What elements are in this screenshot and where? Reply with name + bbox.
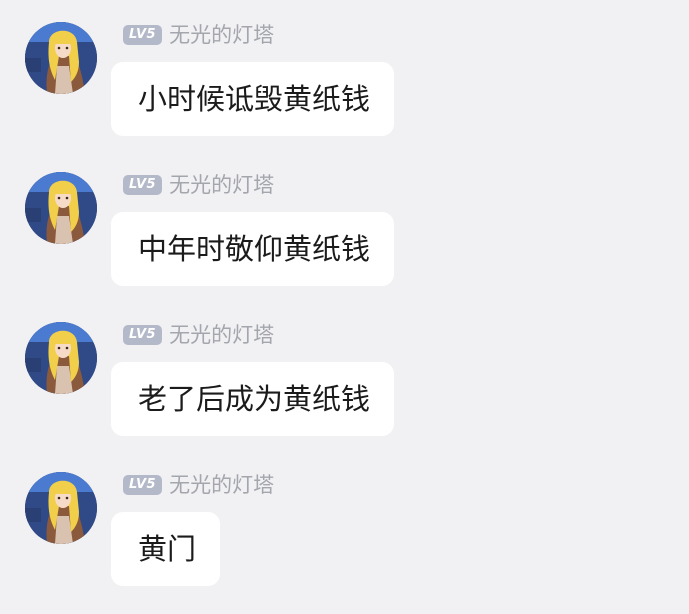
message-bubble[interactable]: 小时候诋毁黄纸钱 — [111, 62, 395, 136]
username[interactable]: 无光的灯塔 — [169, 22, 274, 48]
message-text: 老了后成为黄纸钱 — [138, 382, 371, 416]
user-avatar[interactable] — [25, 472, 97, 544]
anime-avatar-icon — [25, 22, 97, 94]
username[interactable]: 无光的灯塔 — [169, 322, 274, 348]
chat-message: LV5 无光的灯塔 黄门 — [0, 450, 689, 600]
level-badge: LV5 — [123, 25, 163, 45]
message-meta: LV5 无光的灯塔 — [123, 172, 274, 198]
level-badge: LV5 — [123, 475, 163, 495]
message-text: 黄门 — [138, 532, 197, 566]
user-avatar[interactable] — [25, 22, 97, 94]
message-bubble[interactable]: 中年时敬仰黄纸钱 — [111, 212, 395, 286]
username[interactable]: 无光的灯塔 — [169, 172, 274, 198]
message-text: 小时候诋毁黄纸钱 — [138, 82, 371, 116]
message-meta: LV5 无光的灯塔 — [123, 322, 274, 348]
anime-avatar-icon — [25, 472, 97, 544]
message-meta: LV5 无光的灯塔 — [123, 472, 274, 498]
level-badge: LV5 — [123, 325, 163, 345]
anime-avatar-icon — [25, 322, 97, 394]
message-text: 中年时敬仰黄纸钱 — [138, 232, 371, 266]
chat-message-list: LV5 无光的灯塔 小时候诋毁黄纸钱 LV5 无光的灯塔 中年时敬仰黄纸钱 LV… — [0, 0, 689, 614]
anime-avatar-icon — [25, 172, 97, 244]
message-bubble[interactable]: 老了后成为黄纸钱 — [111, 362, 395, 436]
message-bubble[interactable]: 黄门 — [111, 512, 221, 586]
user-avatar[interactable] — [25, 322, 97, 394]
level-badge: LV5 — [123, 175, 163, 195]
message-meta: LV5 无光的灯塔 — [123, 22, 274, 48]
username[interactable]: 无光的灯塔 — [169, 472, 274, 498]
user-avatar[interactable] — [25, 172, 97, 244]
chat-message: LV5 无光的灯塔 老了后成为黄纸钱 — [0, 300, 689, 450]
chat-message: LV5 无光的灯塔 小时候诋毁黄纸钱 — [0, 0, 689, 150]
chat-message: LV5 无光的灯塔 中年时敬仰黄纸钱 — [0, 150, 689, 300]
